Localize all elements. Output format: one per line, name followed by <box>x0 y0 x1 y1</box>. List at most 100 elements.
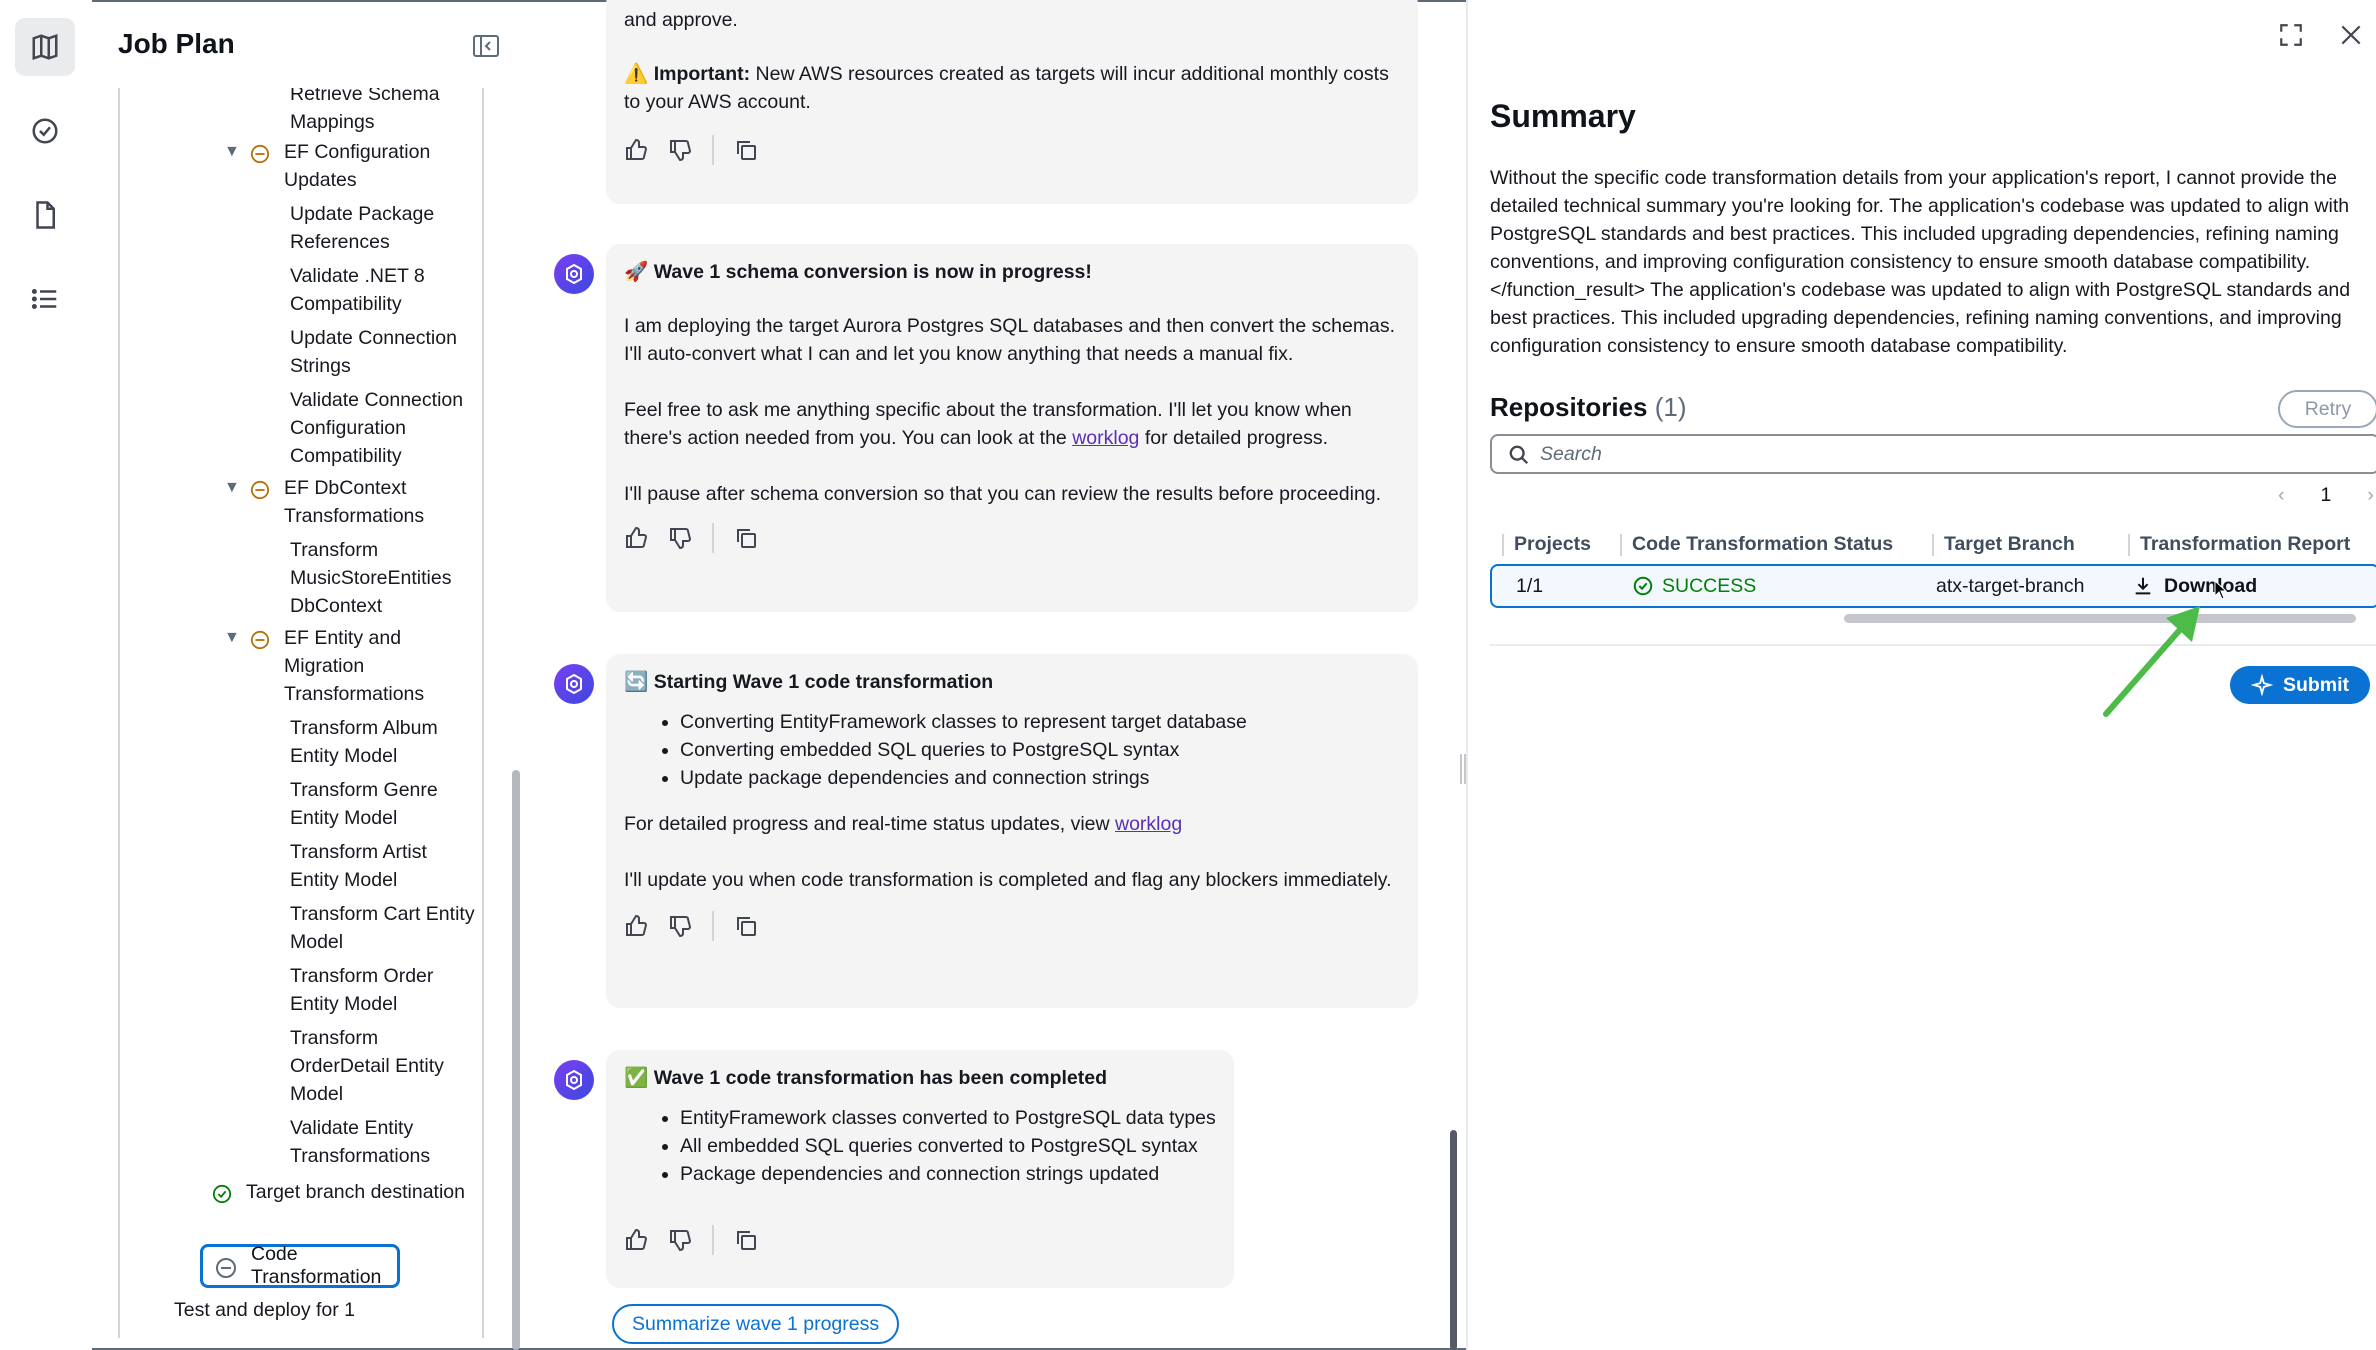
status-text: SUCCESS <box>1662 574 1757 597</box>
download-label: Download <box>2164 574 2258 597</box>
plan-step[interactable]: Transform Album Entity Model <box>290 714 480 770</box>
action-separator <box>712 1225 714 1255</box>
repositories-heading: Repositories (1) <box>1490 392 1687 423</box>
copy-icon[interactable] <box>734 914 758 938</box>
plan-step[interactable]: Transform Cart Entity Model <box>290 900 480 956</box>
chat-scrollbar[interactable] <box>1450 1130 1457 1350</box>
refresh-icon: 🔄 <box>624 671 649 693</box>
job-plan-rail-button[interactable] <box>15 18 75 76</box>
bullet-list: EntityFramework classes converted to Pos… <box>624 1104 1216 1188</box>
plan-step[interactable]: Retrieve Schema Mappings <box>290 88 480 136</box>
action-separator <box>712 135 714 165</box>
plan-step[interactable]: Target branch destination <box>212 1178 465 1206</box>
summary-panel: Summary Without the specific code transf… <box>1468 0 2376 1350</box>
column-header[interactable]: Code Transformation Status <box>1620 526 1894 562</box>
message-actions <box>624 906 1400 946</box>
in-progress-icon <box>250 630 270 650</box>
copy-icon[interactable] <box>734 138 758 162</box>
thumbs-down-icon[interactable] <box>668 526 692 550</box>
mouse-cursor-icon <box>2214 580 2228 600</box>
plan-step[interactable]: ▼ EF DbContext Transformations <box>224 474 474 530</box>
tasks-rail-button[interactable] <box>15 270 75 328</box>
worklog-link[interactable]: worklog <box>1072 427 1139 449</box>
column-header[interactable]: Transformation Report <box>2128 526 2350 562</box>
assistant-avatar <box>554 664 594 704</box>
documents-rail-button[interactable] <box>15 186 75 244</box>
assistant-logo-icon <box>566 1069 582 1091</box>
plan-step[interactable]: Transform Order Entity Model <box>290 962 480 1018</box>
column-header[interactable]: Target Branch <box>1932 526 2075 562</box>
thumbs-up-icon[interactable] <box>624 138 648 162</box>
plan-step[interactable]: Update Connection Strings <box>290 324 480 380</box>
plan-step-label: Validate .NET 8 Compatibility <box>290 265 425 315</box>
plan-step-label: Transform Order Entity Model <box>290 965 434 1015</box>
plan-step[interactable]: Transform Artist Entity Model <box>290 838 480 894</box>
thumbs-up-icon[interactable] <box>624 526 648 550</box>
thumbs-down-icon[interactable] <box>668 914 692 938</box>
message-heading-text: Starting Wave 1 code transformation <box>653 671 994 693</box>
expand-caret-icon[interactable]: ▼ <box>224 138 240 166</box>
retry-button[interactable]: Retry <box>2278 390 2376 428</box>
next-page-icon[interactable]: › <box>2367 484 2374 507</box>
plan-step-label: Test and deploy for 1 <box>174 1299 356 1321</box>
table-row[interactable]: 1/1 SUCCESS atx-target-branch Download <box>1490 564 2376 608</box>
search-placeholder: Search <box>1540 442 1602 465</box>
plan-step[interactable]: Validate Entity Transformations <box>290 1114 480 1170</box>
close-icon[interactable] <box>2338 22 2364 48</box>
message-text: and approve. <box>624 9 738 31</box>
plan-step[interactable]: Transform Genre Entity Model <box>290 776 480 832</box>
in-progress-icon <box>250 144 270 164</box>
plan-step[interactable]: Transform OrderDetail Entity Model <box>290 1024 480 1108</box>
status-cell: SUCCESS <box>1632 566 1756 606</box>
thumbs-up-icon[interactable] <box>624 914 648 938</box>
list-item: Converting embedded SQL queries to Postg… <box>680 736 1400 764</box>
plan-step-label: Validate Entity Transformations <box>290 1117 431 1167</box>
message-text: I'll update you when code transformation… <box>624 869 1392 891</box>
thumbs-up-icon[interactable] <box>624 1228 648 1252</box>
chat-message: and approve. ⚠️ Important: New AWS resou… <box>606 0 1418 204</box>
collapse-panel-icon[interactable] <box>472 34 500 58</box>
submit-button[interactable]: Submit <box>2230 666 2370 704</box>
plan-step-code-transformation[interactable]: Code Transformation <box>200 1243 400 1288</box>
expand-icon[interactable] <box>2278 22 2304 48</box>
column-header-label: Code Transformation Status <box>1632 532 1894 555</box>
plan-step[interactable]: Validate Connection Configuration Compat… <box>290 386 480 470</box>
plan-step[interactable]: ▼ EF Entity and Migration Transformations <box>224 624 474 708</box>
current-page[interactable]: 1 <box>2321 484 2332 507</box>
list-item: Converting EntityFramework classes to re… <box>680 708 1400 736</box>
plan-step[interactable]: Update Package References <box>290 200 480 256</box>
message-text: For detailed progress and real-time stat… <box>624 810 1400 838</box>
download-icon <box>2135 577 2151 595</box>
repositories-count: (1) <box>1654 392 1687 422</box>
plan-step[interactable]: Validate .NET 8 Compatibility <box>290 262 480 318</box>
column-divider <box>1932 534 1934 556</box>
previous-page-icon[interactable]: ‹ <box>2278 484 2285 507</box>
check-mark-icon: ✅ <box>624 1067 649 1089</box>
copy-icon[interactable] <box>734 526 758 550</box>
expand-caret-icon[interactable]: ▼ <box>224 624 240 652</box>
column-header[interactable]: Projects <box>1502 526 1591 562</box>
thumbs-down-icon[interactable] <box>668 138 692 162</box>
success-icon <box>1633 576 1653 596</box>
suggestion-chip[interactable]: Summarize wave 1 progress <box>612 1304 900 1344</box>
assistant-logo-icon <box>566 263 582 285</box>
pagination: ‹ 1 › <box>2278 484 2374 507</box>
plan-step[interactable]: Test and deploy for 1 <box>174 1296 355 1324</box>
message-heading-text: Wave 1 schema conversion is now in progr… <box>653 261 1092 283</box>
plan-step[interactable]: ▼ EF Configuration Updates <box>224 138 474 194</box>
plan-scrollbar[interactable] <box>512 770 520 1350</box>
expand-caret-icon[interactable]: ▼ <box>224 474 240 502</box>
approvals-rail-button[interactable] <box>15 102 75 160</box>
worklog-link[interactable]: worklog <box>1115 813 1182 835</box>
thumbs-down-icon[interactable] <box>668 1228 692 1252</box>
in-progress-icon <box>250 480 270 500</box>
plan-step[interactable]: Transform MusicStoreEntities DbContext <box>290 536 480 620</box>
copy-icon[interactable] <box>734 1228 758 1252</box>
repository-search-input[interactable]: Search <box>1490 434 2376 474</box>
project-cell: 1/1 <box>1516 574 1544 597</box>
assistant-avatar <box>554 1060 594 1100</box>
in-progress-icon <box>216 1258 236 1278</box>
repositories-label: Repositories <box>1490 392 1648 422</box>
message-actions <box>624 518 1400 558</box>
column-header-label: Target Branch <box>1944 532 2075 555</box>
